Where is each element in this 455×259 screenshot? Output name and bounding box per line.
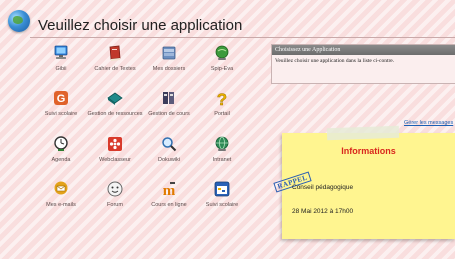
portal-page: Veuillez choisir une application Gibii C…: [0, 0, 455, 259]
face-icon: [106, 180, 124, 198]
app-label: Portail: [214, 111, 230, 117]
folder-icon: [160, 44, 178, 62]
application-grid: Gibii Cahier de Textes Mes dossiers Spip…: [0, 44, 260, 224]
flower-icon: [106, 135, 124, 153]
app-mes-e-mails[interactable]: Mes e-mails: [33, 180, 89, 218]
app-label: Spip-Eva: [210, 66, 234, 72]
question-icon: ?: [213, 89, 231, 107]
app-gibii[interactable]: Gibii: [33, 44, 89, 82]
book-icon: [106, 44, 124, 62]
network-globe-icon: [213, 135, 231, 153]
app-label: Intranet: [212, 157, 232, 163]
app-spip-eva[interactable]: Spip-Eva: [194, 44, 250, 82]
moodle-icon: m: [160, 180, 178, 198]
app-forum[interactable]: Forum: [87, 180, 143, 218]
app-cahier-de-textes[interactable]: Cahier de Textes: [87, 44, 143, 82]
mail-icon: [52, 180, 70, 198]
tape-strip: [326, 125, 400, 141]
help-panel: Choisissez une Application Veuillez choi…: [271, 44, 455, 84]
calendar-icon: [213, 180, 231, 198]
g-logo-icon: G: [52, 89, 70, 107]
help-panel-text: Veuillez choisir une application dans la…: [275, 58, 395, 64]
app-cours-en-ligne[interactable]: m Cours en ligne: [141, 180, 197, 218]
info-note-line-1: Conseil pédagogique: [292, 184, 354, 191]
app-intranet[interactable]: Intranet: [194, 135, 250, 173]
app-portail[interactable]: ? Portail: [194, 89, 250, 127]
app-mes-dossiers[interactable]: Mes dossiers: [141, 44, 197, 82]
header-divider: [30, 37, 455, 38]
info-note-title: Informations: [341, 146, 396, 156]
globe-icon: [8, 10, 30, 32]
app-gestion-de-cours[interactable]: Gestion de cours: [141, 89, 197, 127]
magnifier-icon: [160, 135, 178, 153]
svg-text:?: ?: [217, 90, 227, 107]
help-panel-title: Choisissez une Application: [272, 45, 455, 55]
info-note-line-2: 28 Mai 2012 à 17h00: [292, 208, 354, 215]
teal-book-icon: [106, 89, 124, 107]
app-label: Suivi scolaire: [205, 202, 239, 208]
app-agenda[interactable]: Agenda: [33, 135, 89, 173]
app-webclasseur[interactable]: Webclasseur: [87, 135, 143, 173]
green-globe-icon: [213, 44, 231, 62]
svg-text:G: G: [57, 93, 66, 105]
page-header: Veuillez choisir une application: [0, 0, 455, 38]
binders-icon: [160, 89, 178, 107]
computer-icon: [52, 44, 70, 62]
app-suivi-scolaire[interactable]: G Suivi scolaire: [33, 89, 89, 127]
app-gestion-de-ressources[interactable]: Gestion de ressources: [87, 89, 143, 127]
svg-text:m: m: [163, 183, 176, 198]
manage-messages-link[interactable]: Gérer les messages: [404, 120, 453, 126]
app-suivi-scolaire-2[interactable]: Suivi scolaire: [194, 180, 250, 218]
page-title: Veuillez choisir une application: [38, 17, 243, 34]
clock-icon: [52, 135, 70, 153]
app-dokuwiki[interactable]: Dokuwiki: [141, 135, 197, 173]
